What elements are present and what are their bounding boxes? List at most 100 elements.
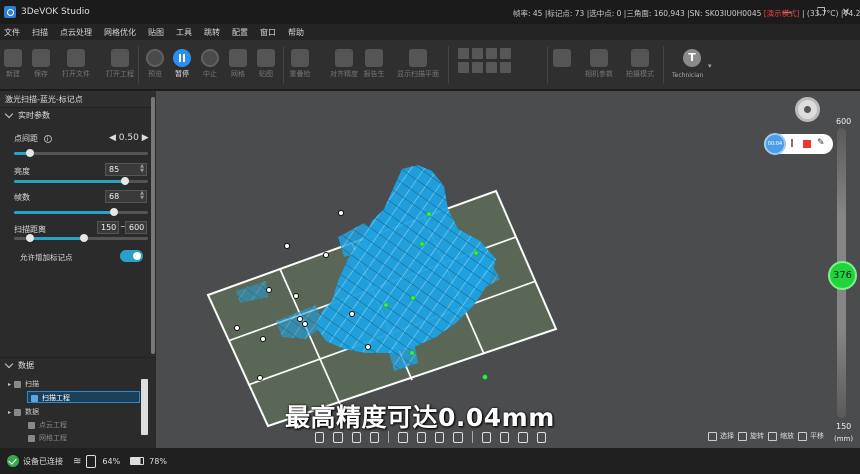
pen-icon[interactable]: ✎ xyxy=(817,138,825,148)
menu-file[interactable]: 文件 xyxy=(4,27,20,38)
preview-button[interactable]: 预览 xyxy=(142,45,168,79)
pause-button[interactable]: 暂停 xyxy=(169,45,195,79)
open-project-button[interactable]: 打开工程 xyxy=(104,45,136,79)
menu-help[interactable]: 帮助 xyxy=(288,27,304,38)
menu-pointcloud[interactable]: 点云处理 xyxy=(60,27,92,38)
open-file-label: 打开文件 xyxy=(62,70,90,78)
toolbar-divider xyxy=(663,46,664,84)
menu-window[interactable]: 窗口 xyxy=(260,27,276,38)
marker-point xyxy=(482,374,488,380)
report-icon xyxy=(365,49,383,67)
texture-label: 贴图 xyxy=(259,70,273,78)
tree-scrollbar[interactable] xyxy=(141,379,148,435)
camera-params-button[interactable]: 相机参数 xyxy=(582,45,616,79)
stop-record-icon[interactable] xyxy=(803,140,811,148)
view-icon[interactable] xyxy=(486,48,497,59)
marker-point xyxy=(297,316,303,322)
marker-point xyxy=(284,243,290,249)
scan-stats-suffix: | (33.7°C) |V4.2.2.2 xyxy=(801,9,860,18)
tree-mesh[interactable]: 网格工程 xyxy=(28,433,67,443)
report-button[interactable]: 报告生 xyxy=(359,45,389,79)
stop-button[interactable]: 中止 xyxy=(197,45,223,79)
menu-scan[interactable]: 扫描 xyxy=(32,27,48,38)
slider-knob[interactable] xyxy=(26,149,34,157)
spin-icon[interactable]: ▲ ▼ xyxy=(140,164,144,174)
overlap-button[interactable]: 重叠检 xyxy=(287,45,313,79)
tree-scan-project-label: 扫描工程 xyxy=(42,394,70,402)
3d-viewport[interactable] xyxy=(156,91,860,448)
tree-scan[interactable]: ▸ 扫描 xyxy=(8,379,39,389)
range-min-input[interactable]: 150 xyxy=(97,221,119,234)
point-spacing-slider[interactable] xyxy=(14,149,148,157)
shoot-mode-label: 拍摄模式 xyxy=(626,70,654,78)
menu-config[interactable]: 配置 xyxy=(232,27,248,38)
fps-label: 帧数 xyxy=(14,193,30,202)
pause-record-icon[interactable]: ‖ xyxy=(790,138,794,147)
panel-scrollbar[interactable] xyxy=(151,97,155,354)
view-mode-grid[interactable] xyxy=(458,48,511,73)
slider-knob[interactable] xyxy=(121,177,129,185)
tree-data[interactable]: ▸ 数据 xyxy=(8,407,39,417)
chevron-down-icon[interactable]: ▾ xyxy=(708,62,712,70)
shoot-mode-button[interactable]: 拍摄模式 xyxy=(623,45,657,79)
camera-icon xyxy=(553,49,571,67)
menu-jump[interactable]: 跳转 xyxy=(204,27,220,38)
tree-point-cloud-label: 点云工程 xyxy=(39,421,67,429)
device-status: 设备已连接 xyxy=(23,456,63,466)
data-section-header[interactable]: 数据 xyxy=(0,357,156,372)
mesh-button[interactable]: 网格 xyxy=(225,45,251,79)
new-button[interactable]: 新建 xyxy=(0,45,26,79)
view-icon[interactable] xyxy=(500,62,511,73)
hint-select: 选择 xyxy=(708,431,734,441)
scan-plane-button[interactable]: 显示扫描平面 xyxy=(395,45,441,79)
slider-knob[interactable] xyxy=(110,208,118,216)
range-max-knob[interactable] xyxy=(80,234,88,242)
brightness-slider[interactable] xyxy=(14,177,148,185)
align-accuracy-button[interactable]: 对齐精度 xyxy=(329,45,359,79)
promo-caption: 最高精度可达0.04mm xyxy=(285,403,555,432)
camera-aperture-icon[interactable] xyxy=(795,97,820,122)
save-icon xyxy=(32,49,50,67)
record-timer[interactable]: 00:04 xyxy=(764,133,786,155)
scan-icon xyxy=(14,380,22,388)
range-max-input[interactable]: 600 xyxy=(125,221,147,234)
scan-range-slider[interactable] xyxy=(14,234,148,242)
wifi-icon: ≋ xyxy=(73,455,82,467)
info-icon: i xyxy=(43,135,52,143)
fps-slider[interactable] xyxy=(14,208,148,216)
menu-texture[interactable]: 贴图 xyxy=(148,27,164,38)
triangle-icon xyxy=(229,49,247,67)
texture-button[interactable]: 贴图 xyxy=(253,45,279,79)
marker-point xyxy=(302,321,308,327)
marker-point xyxy=(338,210,344,216)
menu-tools[interactable]: 工具 xyxy=(176,27,192,38)
view-icon[interactable] xyxy=(486,62,497,73)
fps-input[interactable]: 68 ▲ ▼ xyxy=(105,190,147,203)
save-label: 保存 xyxy=(34,70,48,78)
menu-bar: 文件 扫描 点云处理 网格优化 贴图 工具 跳转 配置 窗口 帮助 xyxy=(0,24,860,40)
marker-point xyxy=(293,293,299,299)
user-avatar[interactable]: T xyxy=(683,49,701,67)
tree-point-cloud[interactable]: 点云工程 xyxy=(28,420,67,430)
spin-icon[interactable]: ▲ ▼ xyxy=(140,191,144,201)
brightness-input[interactable]: 85 ▲ ▼ xyxy=(105,163,147,176)
open-file-button[interactable]: 打开文件 xyxy=(60,45,92,79)
level-top-label: 600 xyxy=(836,117,852,126)
range-min-knob[interactable] xyxy=(26,234,34,242)
allow-markers-toggle[interactable] xyxy=(120,250,143,262)
view-icon[interactable] xyxy=(458,48,469,59)
mesh-icon xyxy=(28,434,35,442)
view-icon[interactable] xyxy=(472,48,483,59)
check-circle-icon xyxy=(7,455,19,467)
view-icon[interactable] xyxy=(500,48,511,59)
realtime-section-label: 实时参数 xyxy=(18,111,50,120)
camera-tool-button[interactable] xyxy=(549,45,575,69)
point-spacing-stepper[interactable]: ◀ 0.50 ▶ xyxy=(109,133,149,143)
align-accuracy-label: 对齐精度 xyxy=(330,70,358,78)
save-button[interactable]: 保存 xyxy=(28,45,54,79)
view-icon[interactable] xyxy=(472,62,483,73)
menu-mesh[interactable]: 网格优化 xyxy=(104,27,136,38)
view-icon[interactable] xyxy=(458,62,469,73)
realtime-section-header[interactable]: 实时参数 xyxy=(0,108,156,123)
tree-scan-project[interactable]: 扫描工程 xyxy=(31,393,70,403)
